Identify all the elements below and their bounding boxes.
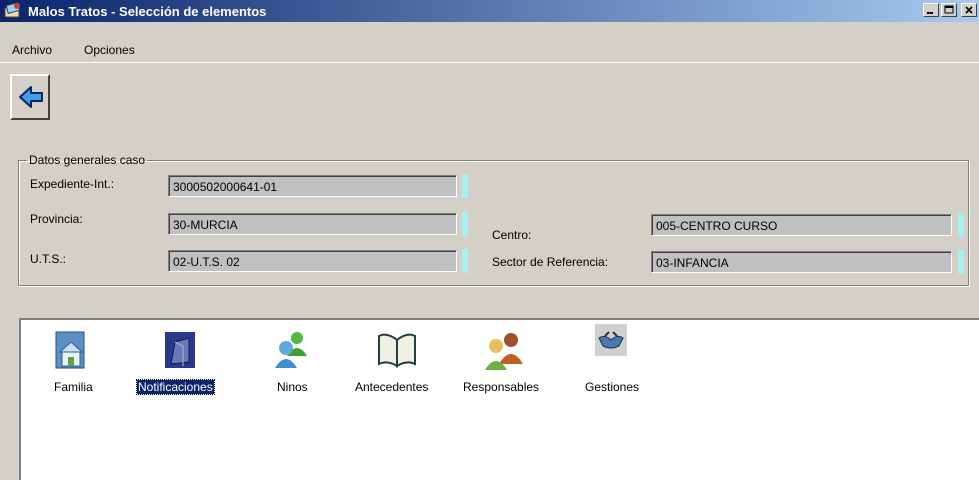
app-icon <box>4 2 21 18</box>
back-button[interactable] <box>10 74 50 120</box>
people-icon <box>485 333 523 370</box>
uts-marker <box>462 249 468 273</box>
handshake-icon <box>595 324 627 356</box>
sector-field[interactable]: 03-INFANCIA <box>651 251 952 273</box>
element-notificaciones-label: Notificaciones <box>136 379 215 395</box>
centro-field[interactable]: 005-CENTRO CURSO <box>651 214 952 236</box>
close-icon <box>965 6 973 14</box>
element-antecedentes-label: Antecedentes <box>355 380 429 394</box>
case-data-legend: Datos generales caso <box>29 153 146 167</box>
notifications-icon <box>165 332 195 368</box>
expediente-label: Expediente-Int.: <box>30 177 115 191</box>
uts-field[interactable]: 02-U.T.S. 02 <box>168 250 457 272</box>
centro-marker <box>958 213 964 237</box>
sector-marker <box>958 250 964 274</box>
maximize-icon <box>944 5 954 14</box>
provincia-label: Provincia: <box>30 212 83 226</box>
minimize-icon <box>927 12 933 14</box>
back-arrow-icon <box>19 86 43 108</box>
toolbar-divider <box>0 62 979 63</box>
window-title: Malos Tratos - Selección de elementos <box>28 4 267 19</box>
sector-label: Sector de Referencia: <box>492 255 609 269</box>
expediente-marker <box>462 174 468 198</box>
element-responsables-label: Responsables <box>463 380 540 394</box>
title-bar[interactable]: Malos Tratos - Selección de elementos <box>0 0 979 22</box>
close-button[interactable] <box>961 3 977 17</box>
provincia-marker <box>462 212 468 236</box>
house-icon <box>55 331 85 369</box>
minimize-button[interactable] <box>923 3 939 17</box>
children-icon <box>275 332 307 368</box>
menu-opciones[interactable]: Opciones <box>84 43 135 57</box>
element-ninos-label: Ninos <box>277 380 308 394</box>
elements-panel[interactable]: Familia Notificaciones Ninos Antecedente… <box>19 318 979 480</box>
open-book-icon <box>378 333 416 368</box>
menu-archivo[interactable]: Archivo <box>12 43 52 57</box>
maximize-button[interactable] <box>941 3 957 17</box>
provincia-field[interactable]: 30-MURCIA <box>168 213 457 235</box>
element-familia-label: Familia <box>54 380 93 394</box>
centro-label: Centro: <box>492 228 532 242</box>
uts-label: U.T.S.: <box>30 252 67 266</box>
menu-bar: Archivo Opciones <box>0 40 979 62</box>
element-gestiones-label: Gestiones <box>585 380 640 394</box>
expediente-field[interactable]: 3000502000641-01 <box>168 175 457 197</box>
